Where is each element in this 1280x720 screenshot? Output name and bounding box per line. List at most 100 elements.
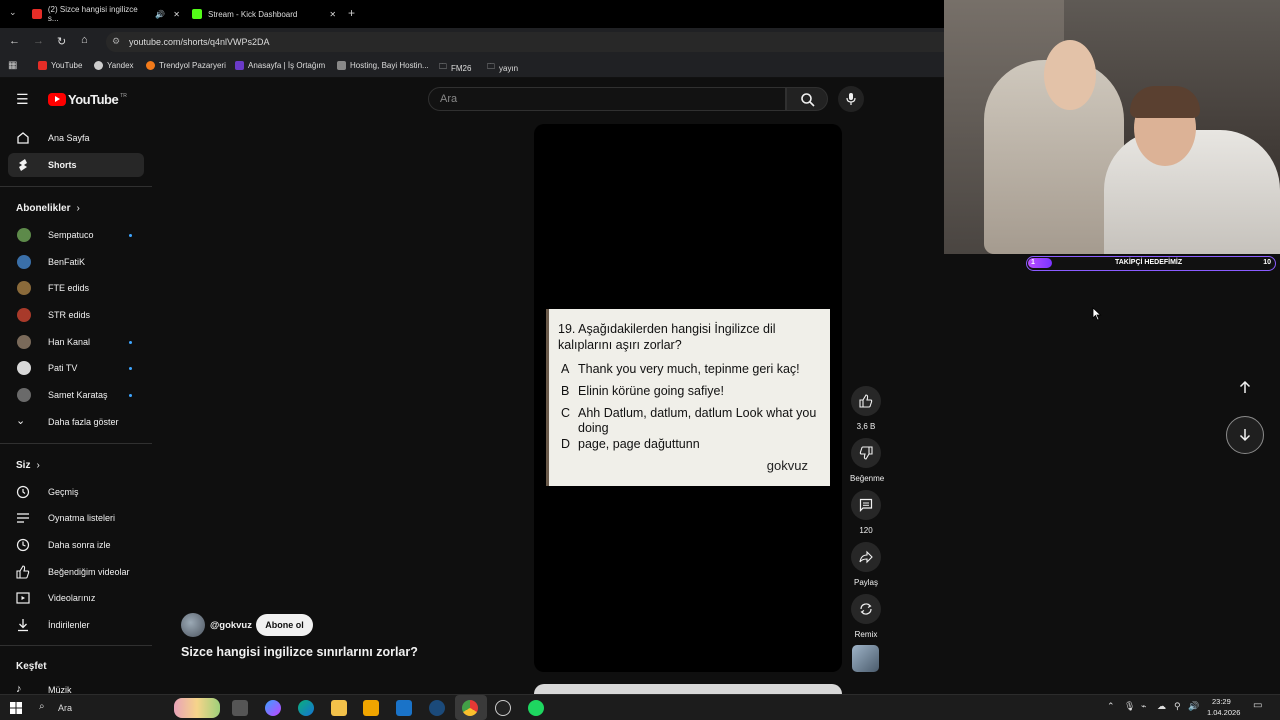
dislike-action[interactable]: Beğenme <box>850 438 884 483</box>
sidebar-item-han-kanal[interactable]: Han Kanal <box>8 330 144 354</box>
forward-icon[interactable]: → <box>33 35 44 47</box>
share-action[interactable]: Paylaş <box>850 542 882 587</box>
edge-icon[interactable] <box>298 700 314 716</box>
bookmark-anasayfa[interactable]: Anasayfa | İş Ortağım <box>235 61 325 70</box>
like-action[interactable]: 3,6 B <box>850 386 882 431</box>
search-button[interactable] <box>786 87 828 111</box>
copilot-icon[interactable] <box>265 700 281 716</box>
option-text: Elinin körüne going safiye! <box>578 384 724 398</box>
network-tray-icon[interactable]: ⌁ <box>1141 701 1146 712</box>
site-info-icon[interactable]: ⚙ <box>112 36 120 47</box>
spotify-icon[interactable] <box>528 700 544 716</box>
close-tab-icon[interactable]: ✕ <box>329 10 336 19</box>
you-section-title[interactable]: Siz › <box>16 460 40 471</box>
bookmark-label: Hosting, Bayi Hostin... <box>350 61 429 70</box>
sidebar-item-benfatik[interactable]: BenFatiK <box>8 250 144 274</box>
clock-time[interactable]: 23:29 <box>1212 697 1231 706</box>
menu-icon[interactable]: ☰ <box>16 91 29 108</box>
channel-name[interactable]: @gokvuz <box>210 620 252 631</box>
audio-source-thumbnail[interactable] <box>852 645 879 672</box>
sidebar-item-str-edids[interactable]: STR edids <box>8 303 144 327</box>
windows-taskbar: ⌕ Ara ⌃ 🎙 ⌁ ☁ ⚲ 🔊 23:29 1.04.2026 ▭ <box>0 694 1280 720</box>
sidebar-item-home[interactable]: Ana Sayfa <box>8 126 144 150</box>
sidebar-item-fte-edids[interactable]: FTE edids <box>8 276 144 300</box>
tray-chevron-icon[interactable]: ⌃ <box>1107 701 1115 712</box>
tab-list-chevron-icon[interactable]: ⌄ <box>9 7 17 18</box>
outlook-icon[interactable] <box>396 700 412 716</box>
remix-action[interactable]: Remix <box>850 594 882 639</box>
bookmark-trendyol[interactable]: Trendyol Pazaryeri <box>146 61 226 70</box>
wifi-tray-icon[interactable]: ⚲ <box>1174 701 1181 712</box>
comments-button[interactable] <box>851 490 881 520</box>
chrome-icon[interactable] <box>462 700 478 716</box>
back-icon[interactable]: ← <box>9 35 20 47</box>
subscribe-button[interactable]: Abone ol <box>256 614 313 636</box>
youtube-favicon-icon <box>32 9 42 19</box>
next-short-button[interactable] <box>1226 416 1264 454</box>
sidebar-item-downloads[interactable]: İndirilenler <box>8 613 144 637</box>
sidebar-item-liked-videos[interactable]: Beğendiğim videolar <box>8 560 144 584</box>
like-button[interactable] <box>851 386 881 416</box>
clock-icon <box>16 538 30 552</box>
sidebar-item-watch-later[interactable]: Daha sonra izle <box>8 533 144 557</box>
tab-kick[interactable]: Stream - Kick Dashboard ✕ <box>192 4 340 24</box>
sidebar-item-shorts[interactable]: Shorts <box>8 153 144 177</box>
file-explorer-icon[interactable] <box>331 700 347 716</box>
avatar <box>17 335 31 349</box>
bookmark-hosting[interactable]: Hosting, Bayi Hostin... <box>337 61 429 70</box>
task-view-icon[interactable] <box>232 700 248 716</box>
sidebar-item-label: Samet Karataş <box>48 390 108 400</box>
url-field[interactable]: ⚙ youtube.com/shorts/q4nlVWPs2DA <box>106 32 944 52</box>
windows-start-icon[interactable] <box>10 702 22 714</box>
sidebar-item-playlists[interactable]: Oynatma listeleri <box>8 506 144 530</box>
taskbar-search[interactable]: ⌕ Ara <box>32 698 222 718</box>
steam-icon[interactable] <box>429 700 445 716</box>
sidebar-item-samet-karatas[interactable]: Samet Karataş <box>8 383 144 407</box>
bookmark-label: YouTube <box>51 61 83 70</box>
cloud-tray-icon[interactable]: ☁ <box>1157 701 1166 712</box>
question-text: 19. Aşağıdakilerden hangisi İngilizce di… <box>558 322 776 352</box>
new-content-dot <box>129 341 132 344</box>
volume-tray-icon[interactable]: 🔊 <box>1188 701 1199 712</box>
option-letter: C <box>561 406 571 420</box>
tab-youtube[interactable]: (2) Sizce hangisi ingilizce s... 🔊 ✕ <box>32 4 180 24</box>
microphone-tray-icon[interactable]: 🎙 <box>1124 701 1135 712</box>
sidebar-item-your-videos[interactable]: Videolarınız <box>8 586 144 610</box>
apps-grid-icon[interactable]: ▦ <box>8 60 17 71</box>
bookmark-youtube[interactable]: YouTube <box>38 61 82 70</box>
clock-date[interactable]: 1.04.2026 <box>1207 708 1240 717</box>
sidebar-item-sempatuco[interactable]: Sempatuco <box>8 223 144 247</box>
notification-icon[interactable]: ▭ <box>1253 700 1262 711</box>
close-tab-icon[interactable]: ✕ <box>173 10 180 19</box>
youtube-logo[interactable]: YouTube TR <box>48 92 127 107</box>
dislike-button[interactable] <box>851 438 881 468</box>
bookmark-yayin[interactable]: 🗀 yayın <box>487 61 518 75</box>
store-icon[interactable] <box>363 700 379 716</box>
home-browser-icon[interactable]: ⌂ <box>81 34 88 46</box>
reload-icon[interactable]: ↻ <box>57 35 66 48</box>
comments-action[interactable]: 120 <box>850 490 882 535</box>
question-card: 19. Aşağıdakilerden hangisi İngilizce di… <box>546 309 830 486</box>
search-input[interactable]: Ara <box>428 87 786 111</box>
remix-button[interactable] <box>851 594 881 624</box>
microphone-icon <box>846 93 856 105</box>
option-d: Dpage, page dağuttunn <box>561 437 700 452</box>
new-tab-icon[interactable]: + <box>348 6 355 20</box>
obs-icon[interactable] <box>495 700 511 716</box>
bookmark-yandex[interactable]: Yandex <box>94 61 134 70</box>
new-content-dot <box>129 234 132 237</box>
sidebar-item-history[interactable]: Geçmiş <box>8 480 144 504</box>
sidebar-show-more[interactable]: ⌄ Daha fazla göster <box>8 410 144 434</box>
option-letter: A <box>561 362 570 376</box>
next-short-preview[interactable] <box>534 684 842 694</box>
bookmark-fm26[interactable]: 🗀 FM26 <box>439 61 471 75</box>
voice-search-button[interactable] <box>838 86 864 112</box>
sidebar-item-pati-tv[interactable]: Pati TV <box>8 356 144 380</box>
subscriptions-section-title[interactable]: Abonelikler › <box>16 203 80 214</box>
channel-avatar[interactable] <box>181 613 205 637</box>
previous-short-button[interactable] <box>1226 368 1264 406</box>
bookmark-label: Anasayfa | İş Ortağım <box>248 61 326 70</box>
thumbs-up-icon <box>16 565 30 579</box>
share-button[interactable] <box>851 542 881 572</box>
audio-icon[interactable]: 🔊 <box>155 10 165 19</box>
